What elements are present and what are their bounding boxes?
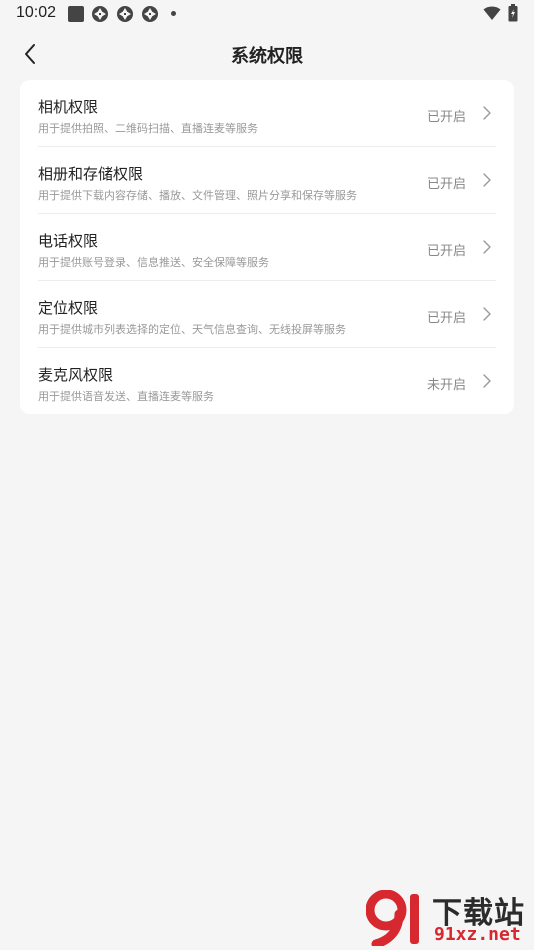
status-time: 10:02: [16, 4, 57, 21]
permission-description: 用于提供城市列表选择的定位、天气信息查询、无线投屏等服务: [38, 323, 346, 336]
permission-status: 已开启: [426, 110, 466, 125]
chevron-right-icon: [483, 307, 491, 321]
chevron-right-icon: [483, 240, 491, 254]
permission-status: 未开启: [426, 378, 466, 393]
permissions-card: 相机权限 用于提供拍照、二维码扫描、直播连麦等服务 已开启 相册和存储权限 用于…: [20, 80, 514, 414]
watermark: 下载站 91xz.net: [362, 888, 532, 948]
page-title: 系统权限: [231, 46, 303, 67]
aperture-icon: [117, 6, 133, 22]
permission-title: 麦克风权限: [38, 366, 114, 384]
permission-title: 相机权限: [38, 98, 99, 116]
permission-item-location[interactable]: 定位权限 用于提供城市列表选择的定位、天气信息查询、无线投屏等服务 已开启: [20, 281, 514, 348]
status-bar: 10:02: [0, 0, 534, 28]
permission-item-camera[interactable]: 相机权限 用于提供拍照、二维码扫描、直播连麦等服务 已开启: [20, 80, 514, 147]
permission-description: 用于提供下载内容存储、播放、文件管理、照片分享和保存等服务: [38, 189, 357, 202]
aperture-icon: [142, 6, 158, 22]
permission-item-microphone[interactable]: 麦克风权限 用于提供语音发送、直播连麦等服务 未开启: [20, 348, 514, 415]
chevron-right-icon: [483, 173, 491, 187]
notification-app-icon: [68, 6, 84, 22]
permission-status: 已开启: [426, 177, 466, 192]
wifi-icon: [483, 6, 501, 20]
permission-description: 用于提供账号登录、信息推送、安全保障等服务: [38, 256, 269, 269]
permission-title: 相册和存储权限: [38, 165, 144, 183]
watermark-logo-icon: [366, 890, 419, 946]
chevron-right-icon: [483, 374, 491, 388]
permission-title: 定位权限: [38, 299, 99, 317]
permission-title: 电话权限: [38, 232, 99, 250]
header: 系统权限: [0, 28, 534, 80]
permission-status: 已开启: [426, 244, 466, 259]
battery-icon: [508, 4, 518, 22]
aperture-icon: [92, 6, 108, 22]
permission-description: 用于提供拍照、二维码扫描、直播连麦等服务: [38, 122, 258, 135]
permission-status: 已开启: [426, 311, 466, 326]
permission-description: 用于提供语音发送、直播连麦等服务: [38, 390, 214, 403]
permission-item-storage[interactable]: 相册和存储权限 用于提供下载内容存储、播放、文件管理、照片分享和保存等服务 已开…: [20, 147, 514, 214]
permission-item-phone[interactable]: 电话权限 用于提供账号登录、信息推送、安全保障等服务 已开启: [20, 214, 514, 281]
more-notifications-dot-icon: [171, 11, 176, 16]
watermark-domain: 91xz.net: [434, 924, 521, 945]
chevron-right-icon: [483, 106, 491, 120]
